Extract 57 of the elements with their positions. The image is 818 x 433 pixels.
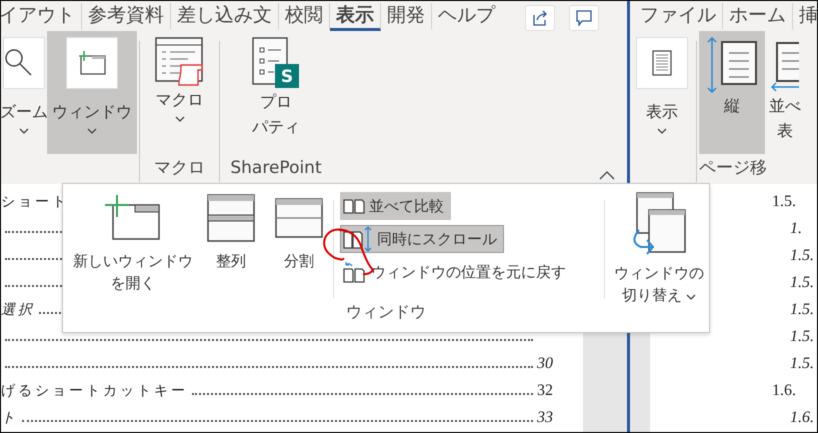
comment-icon	[576, 10, 592, 26]
comments-button[interactable]	[569, 5, 599, 31]
ribbon-button[interactable]: 縦	[699, 31, 765, 154]
split-window-icon	[275, 198, 323, 238]
ribbon-button[interactable]: S プロ パティ	[222, 31, 330, 154]
reset-pages-icon	[343, 261, 367, 283]
vertical-scroll-icon	[706, 37, 758, 93]
outline-number: 1.5.	[772, 192, 796, 210]
ribbon-tab[interactable]: 表示	[330, 3, 381, 31]
toc-entry: ショート	[1, 194, 69, 210]
two-pages-icon	[343, 198, 365, 214]
macro-icon	[154, 37, 204, 87]
outline-number: 1.6.	[772, 382, 796, 400]
group-label: マクロ	[154, 158, 205, 178]
toc-entry: げるショートカットキー	[1, 382, 188, 400]
page-icon	[652, 50, 672, 76]
arrange-windows-icon	[207, 194, 255, 242]
toc-entry: ト	[1, 410, 18, 426]
search-icon	[4, 48, 34, 78]
chevron-icon	[686, 294, 696, 300]
page-number: 30	[537, 354, 553, 372]
new-window-icon	[78, 51, 106, 75]
collapse-ribbon-icon[interactable]	[599, 171, 615, 180]
new-window-icon	[105, 195, 161, 241]
menu-button[interactable]: 同時にスクロール	[340, 225, 504, 253]
outline-number: 1.	[790, 220, 802, 238]
menu-button[interactable]: 分割	[271, 190, 327, 274]
menu-button[interactable]: ウィンドウの位置を元に戻す	[340, 258, 573, 286]
ribbon-button[interactable]: 表示	[630, 31, 694, 154]
page-number: 32	[537, 382, 553, 398]
ribbon-tab[interactable]: 校閲	[279, 3, 330, 31]
ribbon-button[interactable]: ズーム	[1, 31, 47, 154]
outline-number: 1.5.	[790, 246, 814, 264]
menu-button[interactable]: 新しいウィンドウ を開く	[69, 190, 197, 296]
switch-windows-button[interactable]: ウィンドウの 切り替え	[611, 190, 707, 308]
ribbon-button[interactable]: マクロ	[142, 31, 217, 154]
ribbon-tab[interactable]: 差し込み文	[171, 3, 279, 31]
group-label: ウィンドウ	[346, 302, 426, 321]
page-number: 33	[537, 408, 553, 426]
ribbon-tab[interactable]: 挿	[793, 3, 817, 31]
sync-scroll-icon	[343, 226, 373, 252]
outline-number: 1.5.	[790, 354, 814, 372]
ribbon-tab[interactable]: ヘルプ	[432, 3, 501, 31]
outline-number: 1.6.	[790, 408, 814, 426]
ribbon-button[interactable]: ウィンドウ	[47, 31, 137, 154]
ribbon-button[interactable]: 並べ 表	[765, 31, 805, 154]
share-icon	[532, 10, 548, 26]
ribbon-tab[interactable]: 開発	[381, 3, 432, 31]
menu-button[interactable]: 整列	[203, 190, 259, 274]
group-label: ページ移	[699, 158, 767, 178]
share-button[interactable]	[525, 5, 555, 31]
outline-number: 1.5.	[790, 274, 814, 292]
group-label: SharePoint	[230, 158, 322, 178]
outline-number: 1.5.	[790, 328, 814, 346]
menu-button[interactable]: 並べて比較	[340, 192, 451, 220]
toc-entry: 選択	[1, 302, 35, 318]
outline-number: 1.5.	[790, 300, 814, 318]
